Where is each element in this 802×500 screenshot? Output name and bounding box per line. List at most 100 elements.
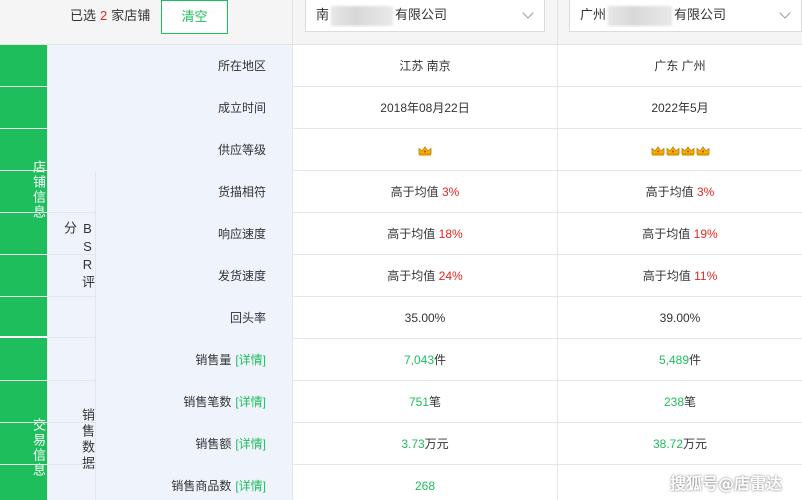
value-number: 3.73 [401, 437, 425, 451]
value-prefix: 高于均值 [387, 269, 436, 283]
cell-value: 2022年5月 [557, 87, 802, 129]
value-number: 238 [663, 395, 684, 409]
row-label: 成立时间 [47, 87, 292, 129]
cell-value: 238笔 [557, 381, 802, 423]
row-label: 货描相符 [95, 171, 292, 213]
selection-area: 已选 2 家店铺 清空 [0, 0, 292, 45]
cell-value: 5,489件 [557, 339, 802, 381]
value-unit: 件 [689, 353, 702, 367]
value-prefix: 高于均值 [645, 185, 694, 199]
chevron-down-icon [522, 7, 534, 19]
cell-value: 高于均值 19% [557, 213, 802, 255]
cell-value: 广东 广州 [557, 45, 802, 87]
row-label-text: 销售商品数 [171, 479, 232, 493]
cell-value: 39.00% [557, 297, 802, 339]
store-2-prefix: 广州 [580, 7, 607, 22]
value-unit: 笔 [429, 395, 442, 409]
compare-header: 已选 2 家店铺 清空 南 有限公司 广州 有限公司 [0, 0, 802, 45]
row-repeat-rate: 回头率 35.00% 39.00% [0, 297, 802, 339]
crown-cell [557, 129, 802, 171]
detail-link[interactable]: [详情] [235, 479, 266, 493]
value-number: 7,043 [403, 353, 434, 367]
cell-value: 38.72万元 [557, 423, 802, 465]
value-prefix: 高于均值 [387, 227, 436, 241]
store-select-1[interactable]: 南 有限公司 [305, 0, 545, 32]
row-label: 所在地区 [47, 45, 292, 87]
value-unit: 件 [434, 353, 447, 367]
cell-value: 35.00% [292, 297, 557, 339]
cell-value: 江苏 南京 [292, 45, 557, 87]
value-percent: 3% [697, 185, 715, 199]
store-select-2[interactable]: 广州 有限公司 [569, 0, 802, 32]
cell-value: 高于均值 18% [292, 213, 557, 255]
row-label-text: 销售量 [195, 353, 232, 367]
row-label: 销售商品数 [详情] [95, 465, 292, 500]
value-number: 38.72 [652, 437, 683, 451]
cell-value: 268 [292, 465, 557, 500]
row-label: 销售量 [详情] [95, 339, 292, 381]
row-label: 供应等级 [47, 129, 292, 171]
selected-prefix: 已选 [70, 8, 97, 23]
detail-link[interactable]: [详情] [235, 395, 266, 409]
cell-value: 高于均值 11% [557, 255, 802, 297]
store-1-prefix: 南 [316, 7, 330, 22]
value-percent: 18% [438, 227, 463, 241]
value-percent: 11% [694, 269, 718, 283]
value-number: 268 [414, 479, 436, 493]
value-percent: 19% [693, 227, 718, 241]
value-prefix: 高于均值 [642, 227, 691, 241]
row-shipping: 发货速度 高于均值 24% 高于均值 11% [0, 255, 802, 297]
crown-icon [696, 146, 710, 156]
crown-icon [681, 146, 695, 156]
value-prefix: 高于均值 [390, 185, 439, 199]
value-unit: 万元 [424, 437, 449, 451]
value-unit: 笔 [684, 395, 697, 409]
detail-link[interactable]: [详情] [235, 353, 266, 367]
chevron-down-icon [779, 7, 791, 19]
row-label: 销售笔数 [详情] [95, 381, 292, 423]
row-label: 销售额 [详情] [95, 423, 292, 465]
cell-value: 2018年08月22日 [292, 87, 557, 129]
cell-value: 7,043件 [292, 339, 557, 381]
clear-button[interactable]: 清空 [161, 0, 228, 34]
value-number: 751 [408, 395, 429, 409]
row-response: 响应速度 高于均值 18% 高于均值 19% [0, 213, 802, 255]
value-prefix: 高于均值 [642, 269, 691, 283]
row-label: 回头率 [95, 297, 292, 339]
value-number: 5,489 [658, 353, 689, 367]
row-supply-level: 供应等级 [0, 129, 802, 171]
value-percent: 24% [438, 269, 463, 283]
crown-icon [651, 146, 665, 156]
row-founded: 成立时间 2018年08月22日 2022年5月 [0, 87, 802, 129]
row-region: 所在地区 江苏 南京 广东 广州 [0, 45, 802, 87]
crown-icon [418, 146, 432, 156]
store-2-redacted [608, 5, 673, 26]
row-label-text: 销售笔数 [183, 395, 232, 409]
watermark: 搜狐号@店雷达 [670, 474, 783, 493]
row-label: 响应速度 [95, 213, 292, 255]
value-percent: 3% [442, 185, 460, 199]
store-2-suffix: 有限公司 [674, 7, 727, 22]
cell-value: 751笔 [292, 381, 557, 423]
selected-summary: 已选 2 家店铺 [70, 7, 150, 25]
selected-suffix: 家店铺 [111, 8, 151, 23]
selected-count: 2 [100, 8, 108, 23]
cell-value: 3.73万元 [292, 423, 557, 465]
cell-value: 高于均值 24% [292, 255, 557, 297]
row-sales-orders: 销售笔数 [详情] 751笔 238笔 [0, 381, 802, 423]
value-unit: 万元 [683, 437, 708, 451]
cell-value: 高于均值 3% [557, 171, 802, 213]
crown-icon [666, 146, 680, 156]
row-sales-qty: 销售量 [详情] 7,043件 5,489件 [0, 339, 802, 381]
header-divider [557, 0, 558, 45]
row-sales-amount: 销售额 [详情] 3.73万元 38.72万元 [0, 423, 802, 465]
header-divider [292, 0, 293, 45]
store-1-suffix: 有限公司 [395, 7, 448, 22]
store-1-redacted [331, 5, 394, 26]
row-match: 货描相符 高于均值 3% 高于均值 3% [0, 171, 802, 213]
cell-value: 高于均值 3% [292, 171, 557, 213]
detail-link[interactable]: [详情] [235, 437, 266, 451]
crown-cell [292, 129, 557, 171]
row-label: 发货速度 [95, 255, 292, 297]
row-label-text: 销售额 [195, 437, 232, 451]
